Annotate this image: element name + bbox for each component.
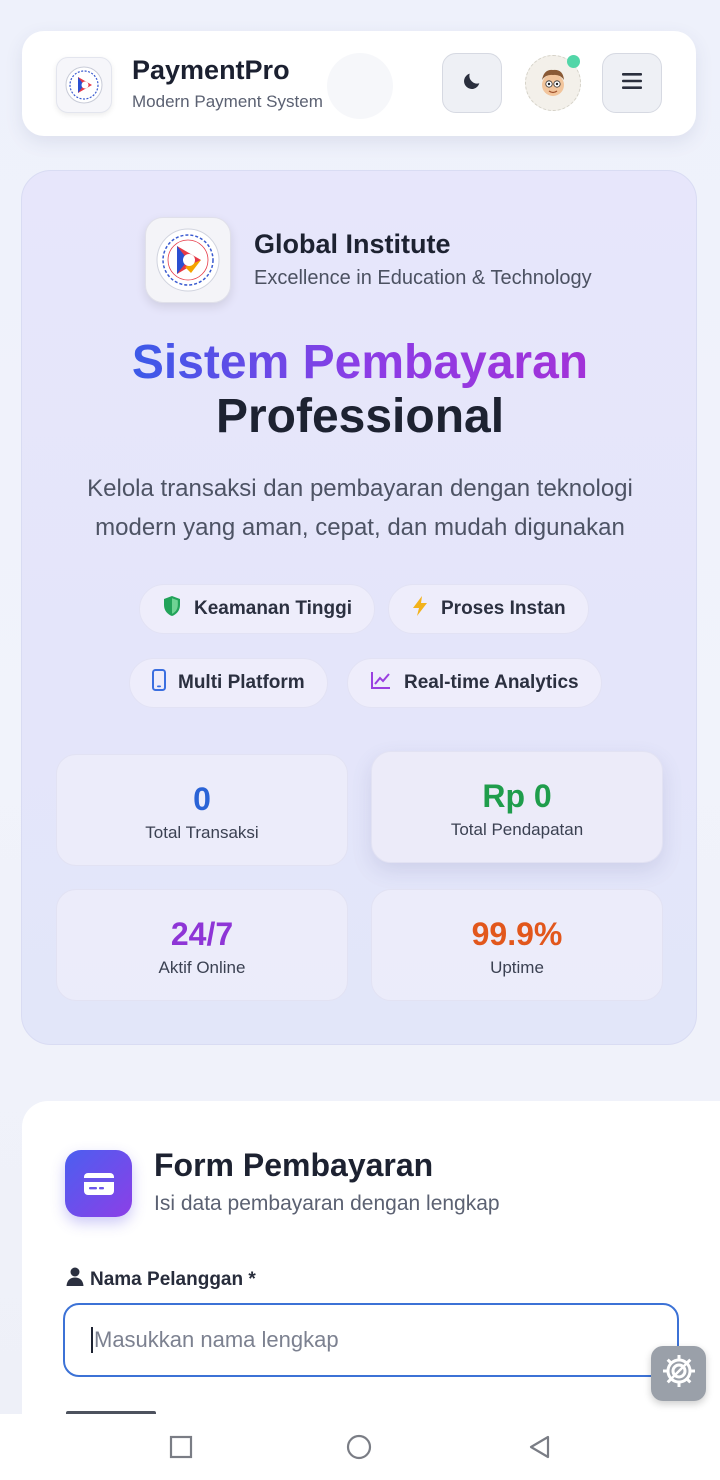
lightning-icon <box>411 595 429 623</box>
home-circle-icon[interactable] <box>346 1434 372 1460</box>
feature-pill-instant: Proses Instan <box>388 584 589 634</box>
stat-value: 24/7 <box>170 916 234 952</box>
institute-logo-icon <box>145 217 231 303</box>
hamburger-menu-icon <box>621 71 643 96</box>
stat-value: 99.9% <box>471 916 563 952</box>
stat-value: 0 <box>193 781 211 817</box>
online-status-dot <box>567 55 580 68</box>
feature-pill-platform: Multi Platform <box>129 658 328 708</box>
form-subtitle: Isi data pembayaran dengan lengkap <box>154 1192 500 1215</box>
hero-description: Kelola transaksi dan pembayaran dengan t… <box>87 475 633 541</box>
institute-logo-icon[interactable] <box>56 57 112 113</box>
brand-subtitle: Modern Payment System <box>132 92 323 111</box>
hero-section: Global Institute Excellence in Education… <box>21 170 697 1045</box>
recents-square-icon[interactable] <box>168 1434 194 1460</box>
form-title: Form Pembayaran <box>154 1147 434 1183</box>
feature-pill-security: Keamanan Tinggi <box>139 584 376 634</box>
back-triangle-icon[interactable] <box>527 1434 553 1460</box>
stat-label: Total Pendapatan <box>450 820 584 839</box>
moon-icon <box>461 70 483 97</box>
chart-line-icon <box>370 670 392 696</box>
stat-value: Rp 0 <box>482 778 552 814</box>
institute-tagline: Excellence in Education & Technology <box>254 267 592 289</box>
credit-card-icon <box>65 1150 132 1217</box>
stat-label: Uptime <box>490 958 544 977</box>
stat-card-uptime: 99.9% Uptime <box>371 889 663 1001</box>
menu-button[interactable] <box>602 53 662 113</box>
stat-label: Total Transaksi <box>145 823 259 842</box>
hero-title-plain: Professional <box>215 390 505 443</box>
brand-title: PaymentPro <box>132 55 290 85</box>
app-header: PaymentPro Modern Payment System <box>22 31 696 136</box>
gear-icon <box>660 1352 698 1395</box>
shield-icon <box>162 595 182 623</box>
hero-title-gradient: Sistem Pembayaran <box>131 336 589 389</box>
theme-toggle-button[interactable] <box>442 53 502 113</box>
feature-pill-analytics: Real-time Analytics <box>347 658 602 708</box>
stat-card-transactions: 0 Total Transaksi <box>56 754 348 866</box>
institute-name: Global Institute <box>254 229 451 259</box>
phone-icon <box>152 669 166 697</box>
payment-form-card: Form Pembayaran Isi data pembayaran deng… <box>22 1101 720 1431</box>
customer-name-label: Nama Pelanggan * <box>66 1267 256 1292</box>
customer-name-input[interactable] <box>94 1327 677 1353</box>
stat-card-online: 24/7 Aktif Online <box>56 889 348 1001</box>
customer-name-field[interactable] <box>63 1303 679 1377</box>
text-caret <box>91 1327 93 1353</box>
system-navigation-bar <box>0 1414 720 1480</box>
decorative-circle <box>327 53 393 119</box>
stat-card-revenue: Rp 0 Total Pendapatan <box>371 751 663 863</box>
settings-fab[interactable] <box>651 1346 706 1401</box>
user-icon <box>66 1267 84 1292</box>
stat-label: Aktif Online <box>158 958 246 977</box>
